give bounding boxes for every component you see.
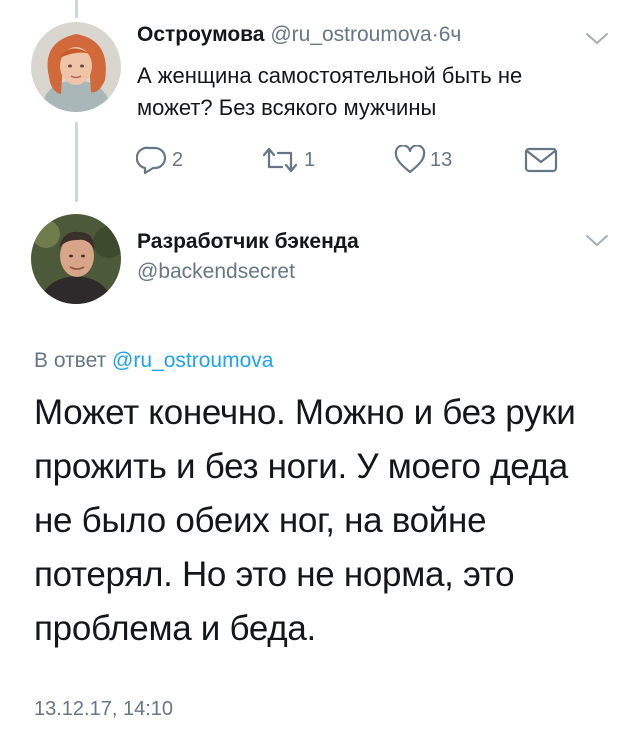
retweet-button[interactable]: 1 — [260, 142, 315, 178]
like-count: 13 — [430, 148, 453, 171]
tweet-timestamp[interactable]: 13.12.17, 14:10 — [34, 697, 173, 721]
user-handle[interactable]: @ru_ostroumova — [270, 23, 431, 46]
main-tweet-text: Может конечно. Можно и без руки прожить … — [34, 393, 576, 648]
reply-handle-link[interactable]: @ru_ostroumova — [112, 349, 273, 372]
parent-tweet-header: Остроумова @ru_ostroumova·6ч — [137, 22, 461, 48]
reply-prefix: В ответ — [34, 349, 107, 372]
chevron-down-icon[interactable] — [584, 31, 610, 47]
reply-icon — [136, 146, 167, 175]
time-ago[interactable]: 6ч — [439, 23, 462, 46]
reply-button[interactable]: 2 — [136, 142, 183, 178]
thread-line-bottom — [75, 122, 78, 202]
like-button[interactable]: 13 — [394, 142, 452, 178]
chevron-down-icon[interactable] — [584, 233, 610, 249]
retweet-count: 1 — [304, 148, 316, 171]
avatar[interactable] — [31, 22, 121, 112]
heart-icon — [394, 145, 426, 174]
display-name[interactable]: Разработчик бэкенда — [137, 229, 359, 255]
parent-tweet-text: А женщина самостоятельной быть не может?… — [137, 63, 523, 120]
user-handle[interactable]: @backendsecret — [137, 259, 295, 285]
display-name[interactable]: Остроумова — [137, 23, 264, 46]
tweet-actions: 2 1 13 — [136, 142, 566, 178]
reply-count: 2 — [172, 148, 184, 171]
envelope-icon — [524, 147, 558, 173]
reply-context: В ответ @ru_ostroumova — [34, 348, 273, 374]
retweet-icon — [262, 147, 298, 173]
thread-line-top — [75, 0, 78, 18]
separator: · — [431, 23, 439, 46]
direct-message-button[interactable] — [524, 142, 558, 178]
avatar[interactable] — [31, 214, 121, 304]
